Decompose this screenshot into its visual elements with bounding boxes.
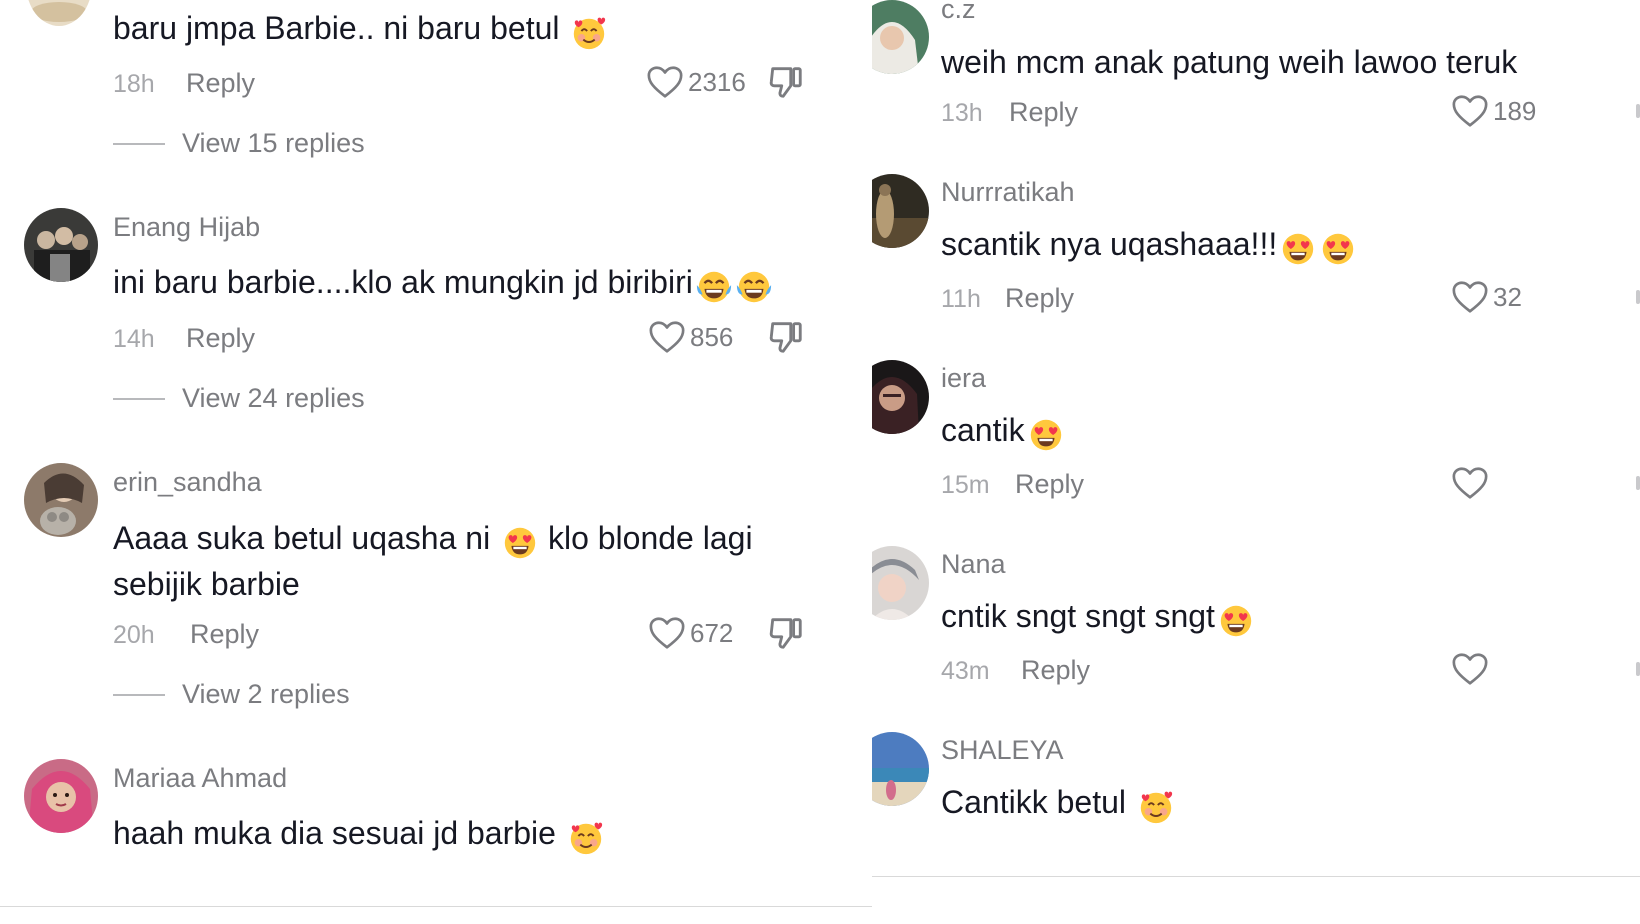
comment-text: haah muka dia sesuai jd barbie xyxy=(113,809,605,860)
view-replies-label: View 24 replies xyxy=(182,383,365,413)
reply-button[interactable]: Reply xyxy=(186,68,255,99)
username[interactable]: Nana xyxy=(941,549,1006,580)
avatar[interactable] xyxy=(26,0,92,26)
reply-button[interactable]: Reply xyxy=(190,619,259,650)
like-button[interactable]: 856 xyxy=(648,319,733,355)
username[interactable]: Mariaa Ahmad xyxy=(113,763,287,794)
view-replies-label: View 2 replies xyxy=(182,679,350,709)
like-button[interactable]: 672 xyxy=(648,615,733,651)
comment-timestamp: 11h xyxy=(941,285,981,313)
replies-divider-line xyxy=(113,693,165,696)
username[interactable]: c.z xyxy=(941,0,976,25)
dislike-button[interactable] xyxy=(767,63,805,101)
like-count: 2316 xyxy=(688,66,746,97)
avatar[interactable] xyxy=(24,759,98,833)
comment-text-line2: sebijik barbie xyxy=(113,566,300,602)
replies-divider-line xyxy=(113,397,165,400)
heart-icon xyxy=(1451,465,1489,501)
avatar[interactable] xyxy=(872,360,929,434)
reply-button[interactable]: Reply xyxy=(1009,97,1078,128)
thumbs-down-icon xyxy=(767,63,805,101)
comment-timestamp: 15m xyxy=(941,471,990,499)
username[interactable]: SHALEYA xyxy=(941,735,1064,766)
heart-eyes-icon xyxy=(1027,416,1065,454)
view-replies-button[interactable]: View 2 replies xyxy=(113,679,350,710)
reply-button[interactable]: Reply xyxy=(1005,283,1074,314)
comment-text: weih mcm anak patung weih lawoo teruk xyxy=(941,44,1518,80)
comment-timestamp: 13h xyxy=(941,99,983,127)
view-replies-button[interactable]: View 15 replies xyxy=(113,128,365,159)
avatar[interactable] xyxy=(24,208,98,282)
heart-eyes-icon xyxy=(1319,230,1357,268)
divider xyxy=(0,906,872,907)
comment-text: scantik nya uqashaaa!!! xyxy=(941,220,1357,271)
heart-icon xyxy=(1451,93,1489,129)
avatar[interactable] xyxy=(872,0,929,74)
smiling-face-with-hearts-icon xyxy=(570,14,608,52)
like-button[interactable]: 2316 xyxy=(646,64,746,100)
heart-eyes-icon xyxy=(1279,230,1317,268)
comment-timestamp: 14h xyxy=(113,325,155,353)
edge-marker xyxy=(1636,104,1640,118)
username[interactable]: Enang Hijab xyxy=(113,212,260,243)
reply-button[interactable]: Reply xyxy=(186,323,255,354)
avatar[interactable] xyxy=(24,463,98,537)
avatar[interactable] xyxy=(872,174,929,248)
comment-timestamp: 20h xyxy=(113,621,155,649)
dislike-button[interactable] xyxy=(767,614,805,652)
heart-eyes-icon xyxy=(501,524,539,562)
smiling-face-with-hearts-icon xyxy=(1137,788,1175,826)
heart-icon xyxy=(1451,651,1489,687)
view-replies-label: View 15 replies xyxy=(182,128,365,158)
replies-divider-line xyxy=(113,142,165,145)
comment-text: Aaaa suka betul uqasha ni klo blonde lag… xyxy=(113,514,753,565)
like-button[interactable]: 32 xyxy=(1451,279,1522,315)
heart-icon xyxy=(1451,279,1489,315)
thumbs-down-icon xyxy=(767,318,805,356)
username[interactable]: erin_sandha xyxy=(113,467,262,498)
comment-timestamp: 18h xyxy=(113,70,155,98)
comment-text: ini baru barbie....klo ak mungkin jd bir… xyxy=(113,258,773,309)
heart-icon xyxy=(648,615,686,651)
username[interactable]: Nurrratikah xyxy=(941,177,1075,208)
heart-icon xyxy=(648,319,686,355)
dislike-button[interactable] xyxy=(767,318,805,356)
comment-timestamp: 43m xyxy=(941,657,990,685)
like-count: 32 xyxy=(1493,281,1522,312)
like-count: 856 xyxy=(690,321,734,352)
like-count: 189 xyxy=(1493,95,1537,126)
thumbs-down-icon xyxy=(767,614,805,652)
edge-marker xyxy=(1636,290,1640,304)
edge-marker xyxy=(1636,476,1640,490)
reply-button[interactable]: Reply xyxy=(1015,469,1084,500)
reply-button[interactable]: Reply xyxy=(1021,655,1090,686)
username[interactable]: iera xyxy=(941,363,986,394)
heart-eyes-icon xyxy=(1217,602,1255,640)
like-count: 672 xyxy=(690,617,734,648)
comment-text: baru jmpa Barbie.. ni baru betul xyxy=(113,4,608,55)
like-button[interactable]: 189 xyxy=(1451,93,1536,129)
like-button[interactable] xyxy=(1451,465,1493,501)
avatar[interactable] xyxy=(872,732,929,806)
heart-icon xyxy=(646,64,684,100)
edge-marker xyxy=(1636,662,1640,676)
avatar[interactable] xyxy=(872,546,929,620)
smiling-face-with-hearts-icon xyxy=(567,819,605,857)
comment-text: cntik sngt sngt sngt xyxy=(941,592,1255,643)
left-comment-panel: baru jmpa Barbie.. ni baru betul 18h Rep… xyxy=(0,0,872,924)
view-replies-button[interactable]: View 24 replies xyxy=(113,383,365,414)
comment-text: Cantikk betul xyxy=(941,778,1175,829)
divider xyxy=(872,876,1640,877)
right-comment-panel: c.z weih mcm anak patung weih lawoo teru… xyxy=(872,0,1640,924)
like-button[interactable] xyxy=(1451,651,1493,687)
face-with-tears-of-joy-icon xyxy=(735,268,773,306)
comment-text: cantik xyxy=(941,406,1065,457)
face-with-tears-of-joy-icon xyxy=(695,268,733,306)
